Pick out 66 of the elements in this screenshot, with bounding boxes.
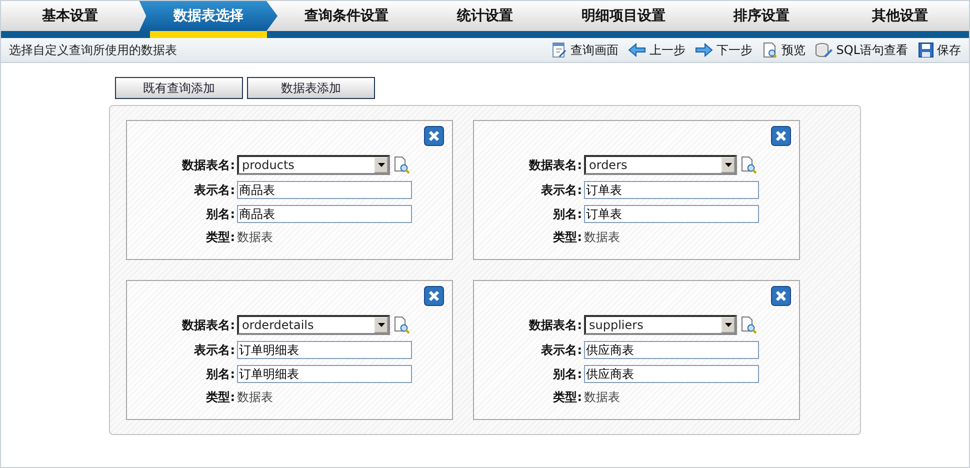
magnifier-page-icon[interactable]	[393, 316, 411, 334]
toolbar-button[interactable]: 保存	[918, 42, 961, 58]
input-field[interactable]: 供应商表	[584, 365, 759, 383]
toolbar-button[interactable]: 查询画面	[551, 42, 618, 58]
step-tab[interactable]: 查询条件设置	[278, 1, 416, 31]
field-label: 表示名:	[193, 182, 235, 198]
field-label: 表示名:	[193, 342, 235, 358]
toolbar-button[interactable]: 下一步	[695, 42, 752, 58]
field-label: 别名:	[204, 206, 235, 222]
table-select[interactable]: orderdetails	[237, 315, 390, 335]
input-field[interactable]: 订单表	[584, 205, 759, 223]
step-tab[interactable]: 数据表选择	[139, 1, 278, 31]
close-icon[interactable]	[424, 126, 444, 146]
input-field[interactable]: 订单表	[584, 181, 759, 199]
right-arrow-icon	[695, 43, 714, 57]
step-tab[interactable]: 其他设置	[830, 1, 969, 31]
magnifier-page-icon[interactable]	[393, 156, 411, 174]
input-field[interactable]: 订单明细表	[237, 365, 412, 383]
field-label: 表示名:	[540, 182, 582, 198]
add-button[interactable]: 既有查询添加	[115, 77, 243, 99]
close-icon[interactable]	[771, 126, 791, 146]
field-label: 数据表名:	[528, 316, 582, 334]
table-select[interactable]: orders	[584, 155, 737, 175]
step-tab[interactable]: 排序设置	[692, 1, 831, 31]
field-label: 类型:	[552, 389, 582, 406]
input-field[interactable]: 商品表	[237, 181, 412, 199]
document-pen-icon	[551, 42, 568, 58]
caret-icon	[724, 163, 732, 167]
field-label: 类型:	[205, 389, 235, 406]
field-label: 类型:	[205, 229, 235, 246]
toolbar-button[interactable]: 预览	[762, 42, 806, 58]
magnifier-page-icon[interactable]	[740, 316, 758, 334]
field-label: 数据表名:	[180, 316, 235, 334]
field-label: 类型:	[552, 229, 582, 246]
left-arrow-icon	[628, 43, 646, 57]
type-value: 数据表	[584, 389, 621, 406]
step-tab[interactable]: 基本设置	[1, 1, 140, 31]
type-value: 数据表	[237, 229, 274, 246]
page-description: 选择自定义查询所使用的数据表	[9, 42, 177, 58]
field-label: 数据表名:	[528, 156, 582, 174]
table-select[interactable]: products	[237, 155, 390, 175]
caret-icon	[378, 323, 384, 327]
magnifier-page-icon[interactable]	[740, 156, 758, 174]
field-label: 表示名:	[540, 342, 582, 358]
table-select[interactable]: suppliers	[584, 315, 737, 335]
toolbar-button[interactable]: SQL语句查看	[815, 42, 908, 58]
close-icon[interactable]	[424, 286, 444, 306]
input-field[interactable]: 订单明细表	[237, 341, 412, 359]
database-pen-icon	[815, 42, 834, 58]
magnifier-page-icon	[762, 42, 778, 58]
input-field[interactable]: 商品表	[237, 205, 412, 223]
type-value: 数据表	[584, 229, 621, 246]
caret-icon	[724, 323, 732, 327]
step-tab[interactable]: 明细项目设置	[554, 1, 692, 31]
step-tab[interactable]: 统计设置	[416, 1, 554, 31]
close-icon[interactable]	[771, 286, 791, 306]
add-button[interactable]: 数据表添加	[247, 77, 375, 99]
field-label: 别名:	[552, 206, 582, 222]
field-label: 数据表名:	[180, 156, 235, 174]
field-label: 别名:	[204, 366, 235, 382]
type-value: 数据表	[237, 389, 274, 406]
field-label: 别名:	[552, 366, 582, 382]
save-icon	[918, 42, 934, 58]
caret-icon	[378, 163, 384, 167]
toolbar-button[interactable]: 上一步	[628, 42, 686, 58]
input-field[interactable]: 供应商表	[584, 341, 759, 359]
